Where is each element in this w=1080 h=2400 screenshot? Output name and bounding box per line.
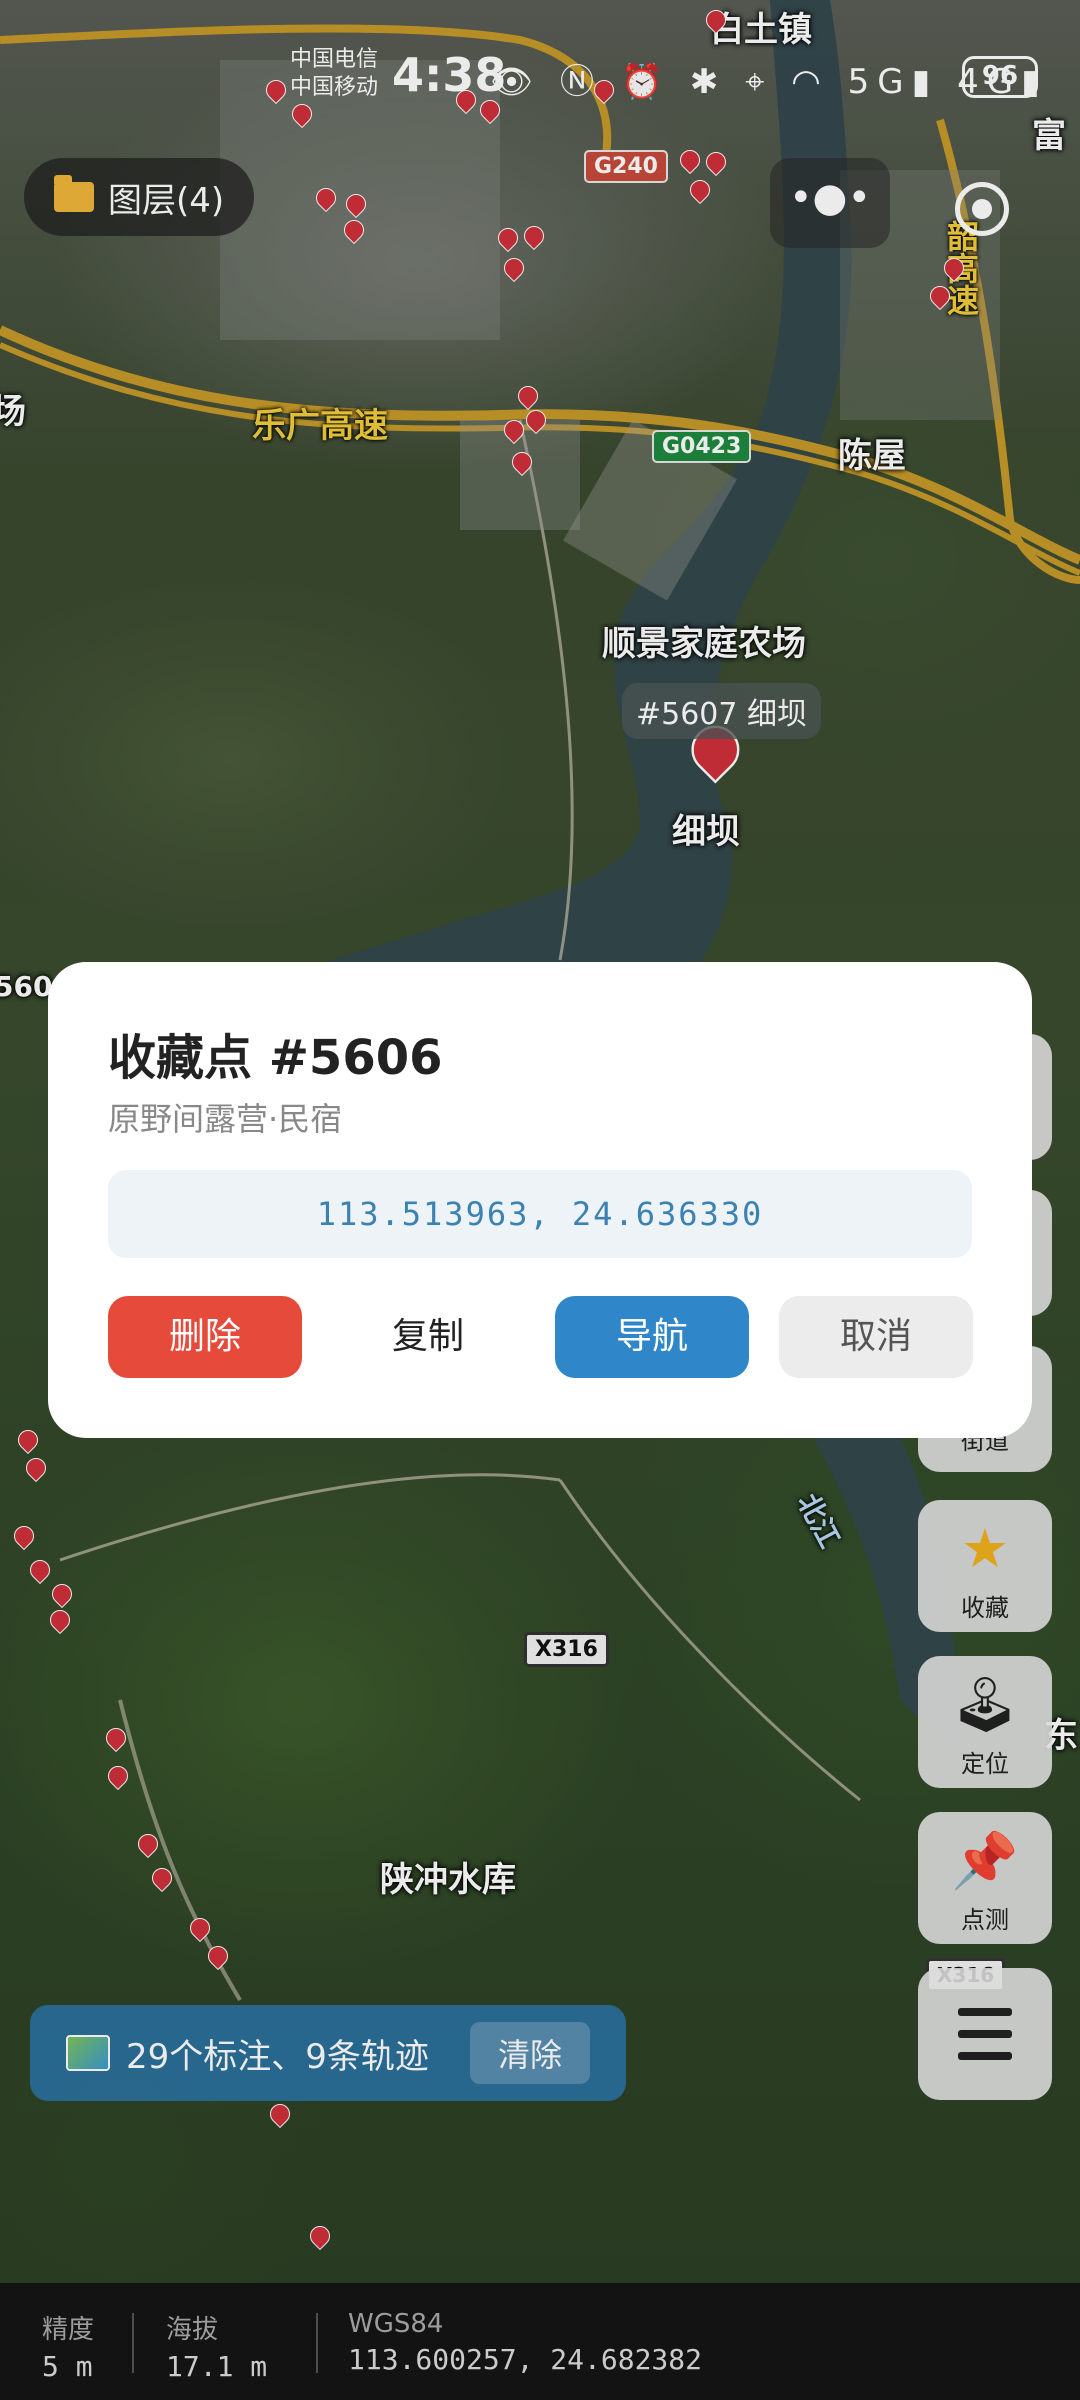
dialog-title: 收藏点 #5606	[108, 1030, 443, 1086]
copy-button[interactable]: 复制	[331, 1296, 525, 1378]
navigate-button[interactable]: 导航	[555, 1296, 749, 1378]
favorite-point-dialog: 收藏点 #5606 原野间露营·民宿 113.513963, 24.636330…	[48, 962, 1032, 1438]
delete-button[interactable]: 删除	[108, 1296, 302, 1378]
dialog-coords[interactable]: 113.513963, 24.636330	[108, 1170, 972, 1258]
cancel-button[interactable]: 取消	[779, 1296, 973, 1378]
dialog-subtitle: 原野间露营·民宿	[108, 1100, 343, 1138]
